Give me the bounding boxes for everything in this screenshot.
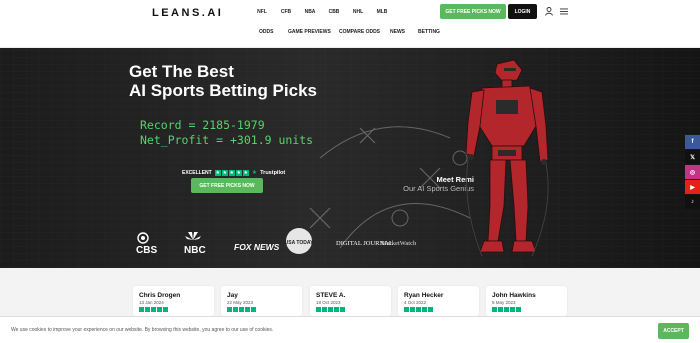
- top-header: LEANS.AI NFL CFB NBA CBB NHL MLB GET FRE…: [0, 0, 700, 48]
- nav-mlb[interactable]: MLB: [370, 9, 394, 15]
- hero-section: Get The Best AI Sports Betting Picks Rec…: [0, 48, 700, 268]
- reviewer-name: Jay: [227, 292, 238, 299]
- review-card[interactable]: Ryan Hecker 4 Oct 2022: [398, 286, 479, 316]
- nav-cbb[interactable]: CBB: [322, 9, 346, 15]
- hero-get-free-picks-button[interactable]: GET FREE PICKS NOW: [191, 178, 263, 193]
- nav-game-previews[interactable]: GAME PREVIEWS: [288, 29, 331, 35]
- nav-compare-odds[interactable]: COMPARE ODDS: [339, 29, 380, 35]
- net-profit-line: Net_Profit = +301.9 units: [140, 133, 314, 147]
- marketwatch-logo: MarketWatch: [381, 240, 417, 247]
- instagram-icon[interactable]: ◎: [685, 165, 700, 179]
- reviewer-name: Chris Drogen: [139, 292, 181, 299]
- nbc-label: NBC: [184, 245, 206, 254]
- reviews-section: Chris Drogen 13 Jan 2024 Jay 22 May 2023…: [0, 268, 700, 316]
- nav-betting[interactable]: BETTING: [418, 29, 440, 35]
- review-card[interactable]: Jay 22 May 2023: [221, 286, 302, 316]
- cbs-label: CBS: [136, 245, 157, 254]
- headline-line-2: AI Sports Betting Picks: [129, 81, 317, 100]
- trustpilot-logo-star-icon: ★: [251, 170, 258, 176]
- review-date: 22 May 2023: [227, 300, 254, 305]
- review-card[interactable]: Chris Drogen 13 Jan 2024: [133, 286, 214, 316]
- cbs-logo: CBS: [136, 232, 157, 254]
- secondary-nav: ODDS GAME PREVIEWS COMPARE ODDS NEWS BET…: [0, 29, 700, 37]
- trustpilot-stars: ★ ★ ★ ★ ★: [214, 169, 249, 176]
- site-logo[interactable]: LEANS.AI: [152, 7, 223, 19]
- media-logos: CBS NBC FOX NEWS USA TODAY DIGITAL JOURN…: [136, 228, 417, 254]
- social-sidebar: f 𝕏 ◎ ▶ ♪: [685, 135, 700, 210]
- review-date: 13 Jan 2024: [139, 300, 164, 305]
- star-icon: ★: [242, 169, 249, 176]
- sports-nav: NFL CFB NBA CBB NHL MLB: [250, 9, 394, 15]
- facebook-icon[interactable]: f: [685, 135, 700, 149]
- accept-cookies-button[interactable]: ACCEPT: [658, 323, 689, 339]
- cookie-text: We use cookies to improve your experienc…: [11, 327, 274, 333]
- nav-cfb[interactable]: CFB: [274, 9, 298, 15]
- robot-mascot-image: [465, 59, 549, 257]
- review-stars: [316, 307, 385, 312]
- trustpilot-excellent: EXCELLENT: [182, 169, 212, 176]
- record-code-block: Record = 2185-1979 Net_Profit = +301.9 un…: [140, 118, 313, 148]
- youtube-icon[interactable]: ▶: [685, 180, 700, 194]
- review-date: 5 May 2023: [492, 300, 516, 305]
- nav-nba[interactable]: NBA: [298, 9, 322, 15]
- menu-icon[interactable]: [560, 8, 568, 15]
- record-line: Record = 2185-1979: [140, 118, 265, 132]
- star-icon: ★: [235, 169, 242, 176]
- star-icon: ★: [221, 169, 228, 176]
- reviewer-name: Ryan Hecker: [404, 292, 444, 299]
- trustpilot-brand: Trustpilot: [260, 169, 286, 176]
- star-icon: ★: [228, 169, 235, 176]
- nbc-logo: NBC: [184, 232, 206, 254]
- usa-today-label: USA TODAY: [285, 240, 314, 246]
- hero-headline: Get The Best AI Sports Betting Picks: [129, 62, 317, 100]
- tiktok-icon[interactable]: ♪: [685, 195, 700, 209]
- review-date: 4 Oct 2022: [404, 300, 427, 305]
- login-button[interactable]: LOGIN: [508, 4, 537, 19]
- x-icon[interactable]: 𝕏: [685, 150, 700, 164]
- review-stars: [227, 307, 296, 312]
- reviewer-name: STEVE A.: [316, 292, 346, 299]
- cookie-banner: We use cookies to improve your experienc…: [0, 316, 700, 343]
- review-date: 18 Oct 2023: [316, 300, 341, 305]
- trustpilot-rating[interactable]: EXCELLENT ★ ★ ★ ★ ★ ★ Trustpilot: [182, 169, 285, 176]
- review-stars: [139, 307, 208, 312]
- get-free-picks-button[interactable]: GET FREE PICKS NOW: [440, 4, 506, 19]
- user-icon[interactable]: [545, 7, 553, 16]
- usa-today-logo: USA TODAY: [285, 228, 314, 254]
- fox-news-logo: FOX NEWS: [234, 242, 280, 252]
- review-card[interactable]: STEVE A. 18 Oct 2023: [310, 286, 391, 316]
- nav-odds[interactable]: ODDS: [259, 29, 273, 35]
- nav-nhl[interactable]: NHL: [346, 9, 370, 15]
- review-stars: [404, 307, 473, 312]
- review-card[interactable]: John Hawkins 5 May 2023: [486, 286, 567, 316]
- star-icon: ★: [214, 169, 221, 176]
- nav-news[interactable]: NEWS: [390, 29, 405, 35]
- nav-nfl[interactable]: NFL: [250, 9, 274, 15]
- reviewer-name: John Hawkins: [492, 292, 536, 299]
- headline-line-1: Get The Best: [129, 62, 234, 81]
- review-stars: [492, 307, 561, 312]
